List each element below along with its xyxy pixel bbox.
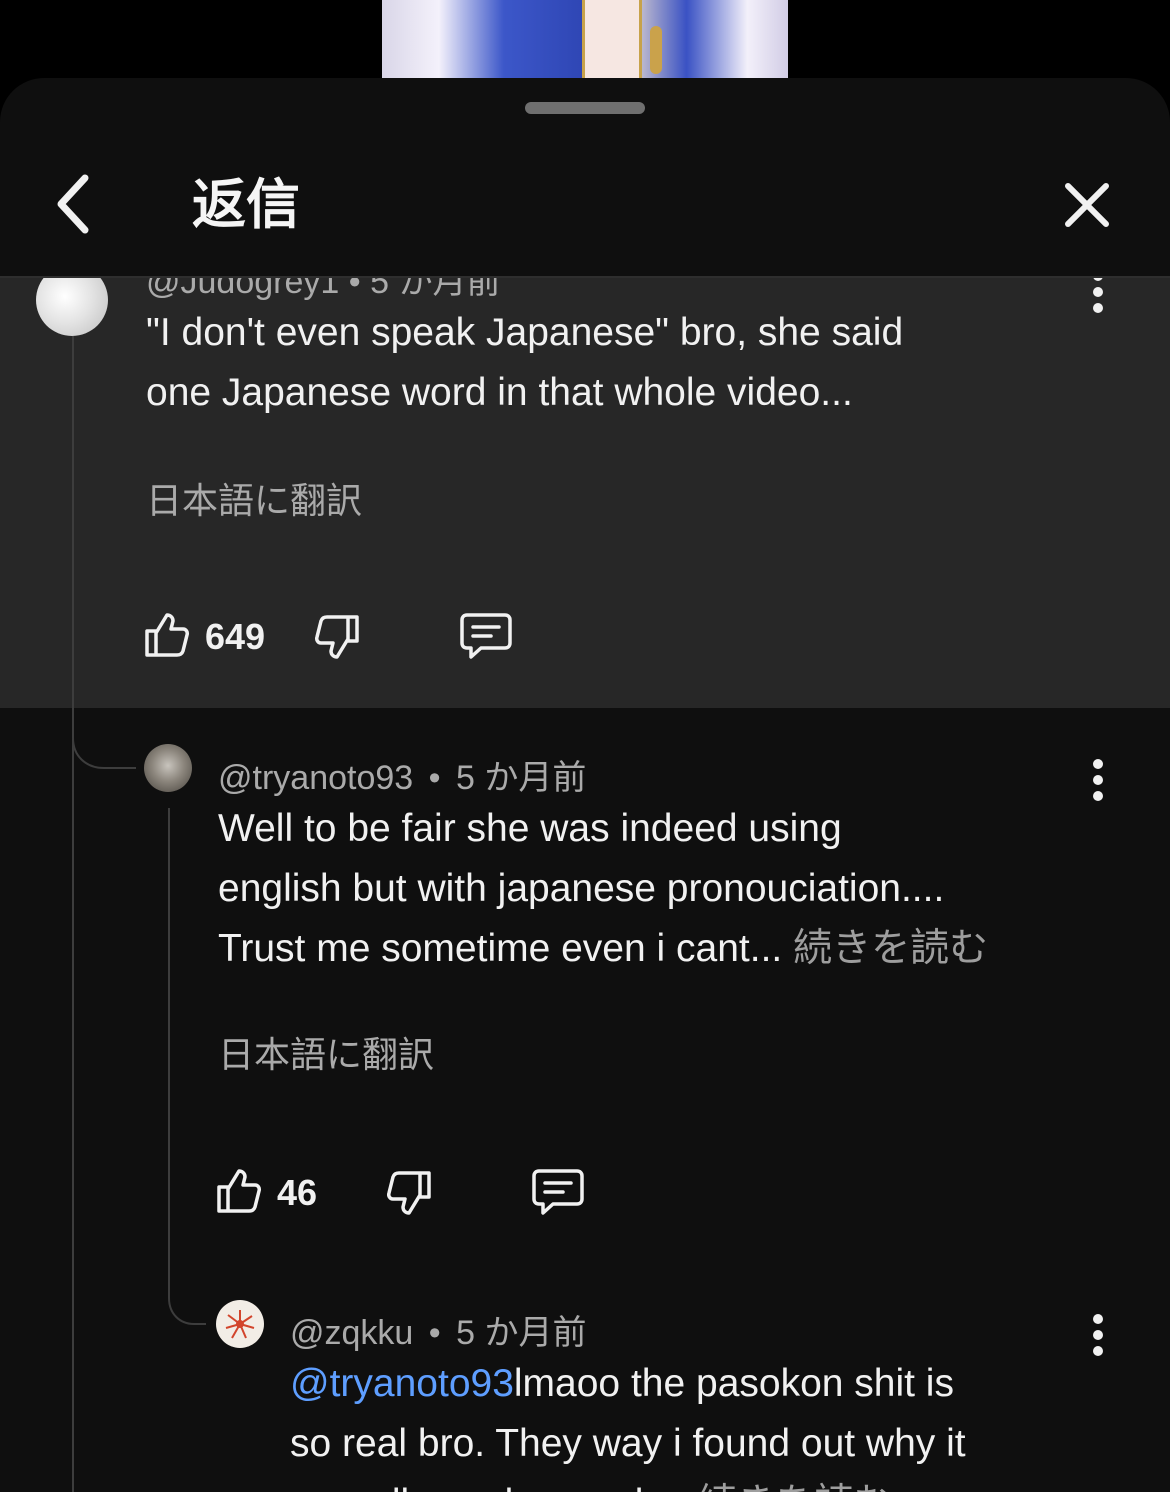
replies-sheet: 返信 @Judogrey1 • 5 か月前 "I don't even spea… (0, 78, 1170, 1492)
separator-dot: • (428, 1314, 441, 1352)
comment-text-line: @tryanoto93lmaoo the pasokon shit is (290, 1354, 1110, 1414)
comment-text-line: was all pasokon and ... 続きを読む (290, 1474, 1110, 1492)
thread-connector (168, 1268, 206, 1325)
like-button[interactable] (214, 1166, 264, 1216)
avatar[interactable] (144, 744, 192, 792)
comment-text: Well to be fair she was indeed using eng… (218, 799, 1098, 979)
mention-link[interactable]: @tryanoto93 (290, 1362, 514, 1405)
like-count: 649 (205, 616, 266, 657)
comment-text-fragment: Trust me sometime even i cant... (218, 927, 783, 970)
more-vert-icon (1093, 1314, 1103, 1356)
back-button[interactable] (40, 168, 106, 240)
comment-text-line: one Japanese word in that whole video... (146, 371, 853, 414)
avatar[interactable] (216, 1300, 264, 1348)
like-count: 46 (277, 1172, 318, 1213)
comment-text-line: so real bro. They way i found out why it (290, 1422, 966, 1465)
dislike-button[interactable] (312, 612, 362, 662)
close-button[interactable] (1054, 172, 1120, 238)
comment-text: @tryanoto93lmaoo the pasokon shit is so … (290, 1354, 1110, 1492)
reply-button[interactable] (530, 1166, 586, 1218)
thread-connector (72, 708, 136, 769)
comment-author[interactable]: @zqkku (290, 1314, 413, 1352)
read-more-link[interactable]: 続きを読む (698, 1482, 893, 1492)
more-vert-icon (1093, 759, 1103, 801)
translate-button[interactable]: 日本語に翻訳 (218, 1026, 434, 1078)
comment-meta: @zqkku • 5 か月前 (290, 1305, 587, 1354)
comment-time: 5 か月前 (456, 759, 587, 797)
page-title: 返信 (192, 175, 300, 235)
drag-handle[interactable] (525, 102, 645, 114)
video-thumbnail[interactable] (382, 0, 788, 80)
like-button[interactable] (142, 610, 192, 660)
comment-text-fragment: lmaoo the pasokon shit is (513, 1362, 954, 1405)
comment-icon (532, 1169, 584, 1215)
comment-text-line: "I don't even speak Japanese" bro, she s… (146, 311, 904, 354)
thread-line (168, 808, 170, 1278)
comment-icon (460, 613, 512, 659)
chevron-left-icon (57, 174, 89, 234)
read-more-link[interactable]: 続きを読む (793, 927, 988, 970)
separator-dot: • (428, 759, 441, 797)
comment-text-line: Well to be fair she was indeed using (218, 807, 842, 850)
comment-text-line: english but with japanese pronouciation.… (218, 867, 945, 910)
thumb-up-icon (217, 1169, 261, 1213)
comment-text-line: Trust me sometime even i cant... 続きを読む (218, 919, 1098, 979)
close-icon (1065, 183, 1109, 227)
thumb-up-icon (145, 613, 189, 657)
sheet-header: 返信 (0, 138, 1170, 278)
dislike-button[interactable] (384, 1168, 434, 1218)
comment-author[interactable]: @tryanoto93 (218, 759, 413, 797)
comment-text: "I don't even speak Japanese" bro, she s… (146, 303, 1106, 423)
comment-time: 5 か月前 (456, 1314, 587, 1352)
parent-comment: @Judogrey1 • 5 か月前 "I don't even speak J… (0, 263, 1170, 708)
thumbnail-detail (650, 26, 662, 74)
reply-button[interactable] (458, 610, 514, 662)
avatar-flower-icon (225, 1310, 255, 1339)
thumb-down-icon (387, 1171, 431, 1215)
thread-line (72, 336, 74, 1492)
translate-button[interactable]: 日本語に翻訳 (146, 472, 362, 524)
comment-text-fragment: was all pasokon and ... (290, 1482, 687, 1492)
comment-meta: @tryanoto93 • 5 か月前 (218, 750, 586, 799)
thumbnail-detail (582, 0, 642, 80)
thumb-down-icon (315, 615, 359, 659)
